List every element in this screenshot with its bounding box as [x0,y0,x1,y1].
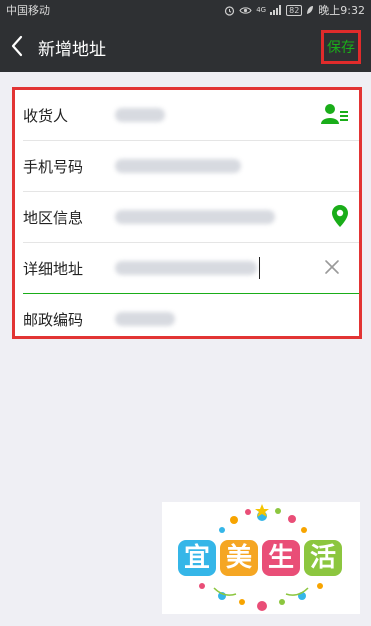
save-button[interactable]: 保存 [321,30,361,64]
logo-char: 活 [304,540,342,576]
network-label: 4G [256,6,267,14]
chevron-left-icon [11,35,23,57]
phone-row: 手机号码 [15,141,359,191]
clear-button[interactable] [324,259,340,279]
region-select[interactable] [115,210,275,224]
status-bar: 中国移动 4G 82 晚上9:32 [0,0,371,20]
logo-text: 宜 美 生 活 [178,540,342,576]
status-icons: 4G 82 晚上9:32 [224,2,365,18]
leaf-icon [307,6,314,14]
contacts-icon [321,104,348,124]
address-form: 收货人 手机号码 地区信息 详细地址 邮政编码 [12,87,362,339]
recipient-label: 收货人 [23,107,69,125]
postcode-row: 邮政编码 [15,294,359,344]
text-cursor [259,257,260,279]
app-header: 新增地址 保存 [0,20,371,72]
location-pin-icon [332,205,348,227]
clear-icon [325,260,339,274]
phone-label: 手机号码 [23,158,84,176]
signal-icon [270,5,282,15]
detail-address-label: 详细地址 [23,260,84,278]
brand-logo: 宜 美 生 活 [162,502,360,614]
carrier-label: 中国移动 [6,4,50,17]
detail-address-row: 详细地址 [15,243,359,293]
clock-label: 晚上9:32 [318,4,365,17]
back-button[interactable] [10,34,24,58]
alarm-icon [225,5,235,16]
recipient-row: 收货人 [15,90,359,140]
eye-icon [239,6,252,14]
region-row: 地区信息 [15,192,359,242]
logo-char: 美 [220,540,258,576]
locate-button[interactable] [331,204,349,232]
postcode-input[interactable] [115,312,175,326]
logo-char: 生 [262,540,300,576]
logo-char: 宜 [178,540,216,576]
battery-icon: 82 [286,4,303,16]
contacts-button[interactable] [321,103,349,129]
postcode-label: 邮政编码 [23,311,84,329]
recipient-input[interactable] [115,108,165,122]
page-title: 新增地址 [38,40,106,60]
phone-input[interactable] [115,159,241,173]
region-label: 地区信息 [23,209,84,227]
detail-address-input[interactable] [115,261,257,275]
